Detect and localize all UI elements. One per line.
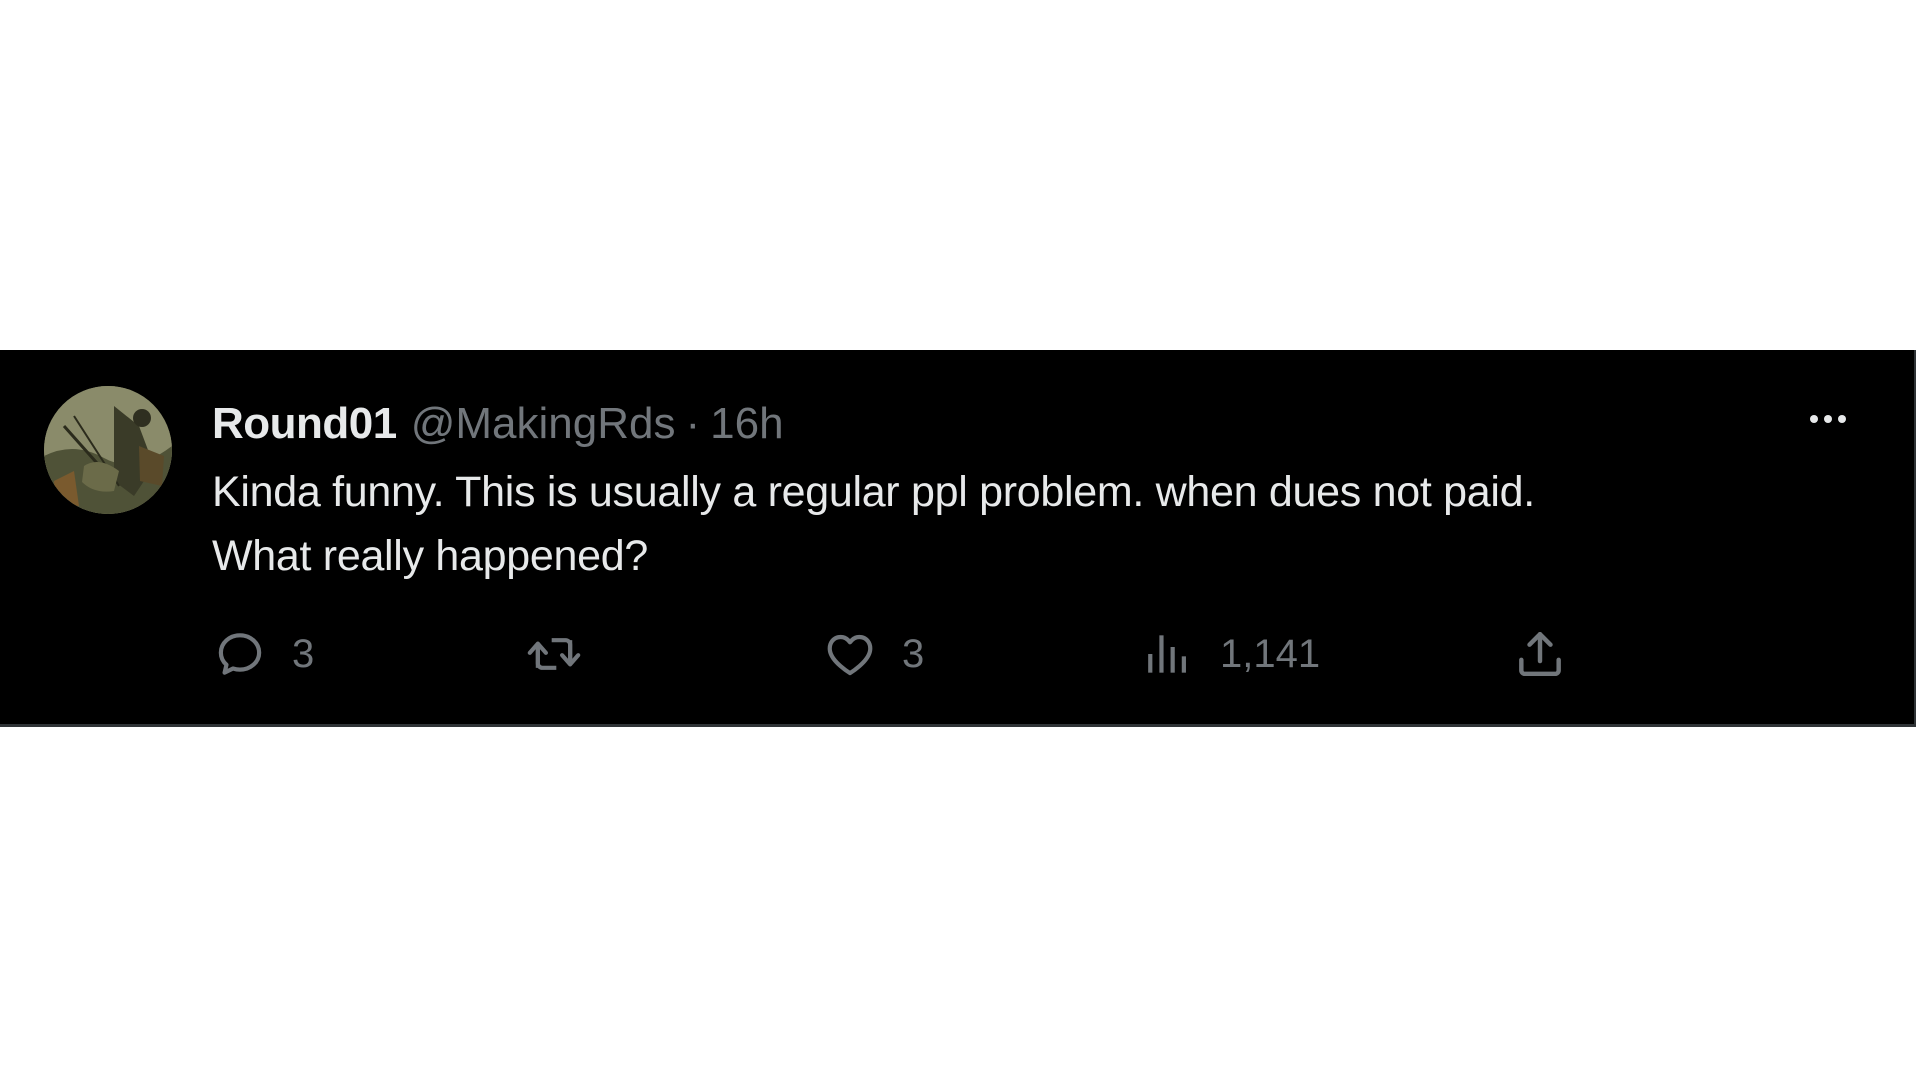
page: Round01 @MakingRds · 16h Kinda funny. Th… xyxy=(0,0,1920,1080)
reply-icon xyxy=(218,633,262,675)
avatar[interactable] xyxy=(44,386,172,514)
tweet-timestamp[interactable]: 16h xyxy=(710,394,783,454)
heart-icon xyxy=(827,634,873,676)
tweet-text-line: Kinda funny. This is usually a regular p… xyxy=(212,468,1535,516)
like-count: 3 xyxy=(902,631,925,676)
tweet-header: Round01 @MakingRds · 16h xyxy=(212,394,784,454)
views-count: 1,141 xyxy=(1220,631,1321,676)
tweet-text: Kinda funny. This is usually a regular p… xyxy=(212,460,1852,588)
more-horizontal-icon-dot xyxy=(1824,415,1832,423)
like-button[interactable]: 3 xyxy=(822,622,924,686)
retweet-button[interactable] xyxy=(524,622,608,686)
tweet-card[interactable]: Round01 @MakingRds · 16h Kinda funny. Th… xyxy=(0,350,1916,727)
more-options-button[interactable] xyxy=(1800,404,1856,434)
analytics-icon xyxy=(1148,635,1186,673)
author-display-name[interactable]: Round01 xyxy=(212,394,397,454)
more-horizontal-icon xyxy=(1810,415,1818,423)
tweet-text-line: What really happened? xyxy=(212,532,648,580)
more-horizontal-icon-dot xyxy=(1838,415,1846,423)
tweet-actions: 3 3 1,141 xyxy=(212,622,1612,686)
header-separator: · xyxy=(685,399,701,448)
reply-button[interactable]: 3 xyxy=(212,622,314,686)
author-handle[interactable]: @MakingRds xyxy=(411,394,676,454)
avatar-image xyxy=(44,386,172,514)
views-button[interactable]: 1,141 xyxy=(1140,622,1320,686)
share-button[interactable] xyxy=(1512,622,1568,686)
retweet-icon xyxy=(527,638,581,670)
share-icon xyxy=(1519,631,1561,677)
reply-count: 3 xyxy=(292,631,315,676)
